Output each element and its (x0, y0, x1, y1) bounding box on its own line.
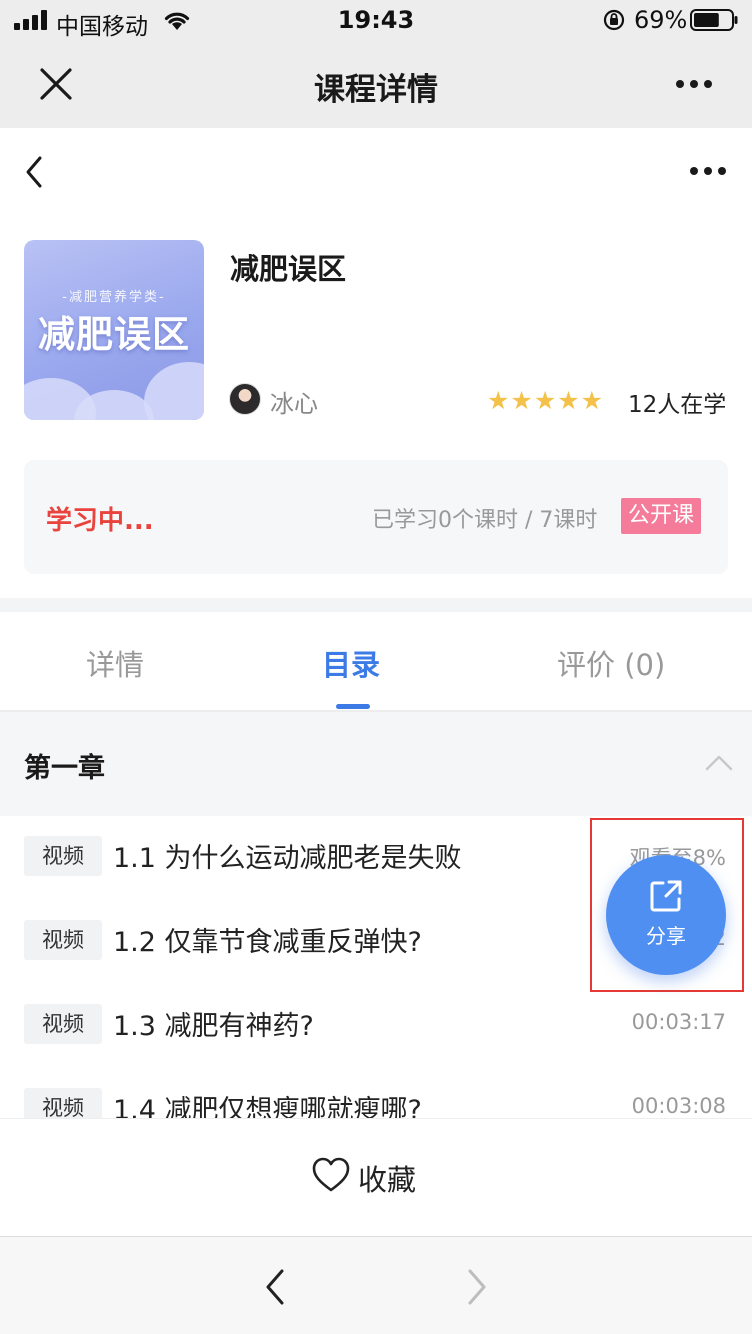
lesson-title: 1.1 为什么运动减肥老是失败 (113, 843, 462, 874)
lesson-duration: 00:03:08 (631, 1094, 726, 1118)
page-more-icon[interactable] (686, 158, 730, 184)
lesson-duration: 00:03:17 (631, 1010, 726, 1034)
share-icon (650, 880, 682, 912)
progress-text: 已学习0个课时 / 7课时 (372, 508, 598, 533)
chevron-left-icon[interactable] (262, 1267, 288, 1307)
top-nav-bar: 课程详情 (0, 40, 752, 128)
lesson-type-tag: 视频 (24, 920, 102, 960)
lesson-title: 1.4 减肥仅想瘦哪就瘦哪? (113, 1095, 422, 1118)
rating-stars: ★★★★★ (487, 386, 605, 415)
progress-card: 学习中... 已学习0个课时 / 7课时 公开课 (24, 460, 728, 574)
page-title: 课程详情 (314, 72, 438, 108)
tab-reviews[interactable]: 评价 (0) (557, 642, 665, 684)
lesson-row[interactable]: 视频 1.3 减肥有神药? 00:03:17 (0, 984, 752, 1068)
battery-percent: 69% (634, 6, 688, 34)
lesson-row[interactable]: 视频 1.4 减肥仅想瘦哪就瘦哪? 00:03:08 (0, 1068, 752, 1118)
more-icon[interactable] (672, 68, 716, 100)
chevron-up-icon[interactable] (704, 752, 734, 774)
battery-icon (690, 9, 738, 31)
lesson-type-tag: 视频 (24, 1088, 102, 1118)
browser-bottom-nav (0, 1236, 752, 1334)
lesson-type-tag: 视频 (24, 836, 102, 876)
author-name: 冰心 (270, 390, 318, 418)
course-title: 减肥误区 (230, 252, 347, 286)
share-button[interactable]: 分享 (606, 855, 726, 975)
course-cover[interactable]: -减肥营养学类- 减肥误区 (24, 240, 204, 420)
section-divider (0, 598, 752, 612)
active-tab-indicator (336, 704, 370, 709)
rotation-lock-icon (603, 9, 625, 31)
cover-subtitle: -减肥营养学类- (62, 290, 166, 305)
cover-title: 减肥误区 (38, 313, 190, 356)
tab-details[interactable]: 详情 (86, 642, 144, 684)
learner-count: 12人在学 (628, 392, 727, 418)
favorite-label[interactable]: 收藏 (358, 1157, 416, 1199)
back-icon[interactable] (18, 152, 50, 192)
lesson-title: 1.2 仅靠节食减重反弹快? (113, 927, 422, 958)
public-course-badge: 公开课 (621, 498, 702, 534)
share-label: 分享 (646, 924, 686, 948)
lesson-title: 1.3 减肥有神药? (113, 1011, 314, 1042)
tab-bar: 详情 目录 评价 (0) (0, 612, 752, 710)
learning-status: 学习中... (46, 506, 154, 536)
course-header: -减肥营养学类- 减肥误区 减肥误区 冰心 ★★★★★ 12人在学 学习中...… (0, 128, 752, 598)
chapter-title: 第一章 (24, 753, 105, 784)
lesson-type-tag: 视频 (24, 1004, 102, 1044)
status-bar: 中国移动 19:43 69% (0, 0, 752, 40)
tab-catalog[interactable]: 目录 (322, 642, 380, 684)
heart-icon[interactable] (312, 1157, 350, 1193)
chevron-right-icon[interactable] (464, 1267, 490, 1307)
chapter-header[interactable]: 第一章 (0, 712, 752, 816)
favorite-bar[interactable]: 收藏 (0, 1118, 752, 1236)
author-avatar (229, 383, 261, 415)
